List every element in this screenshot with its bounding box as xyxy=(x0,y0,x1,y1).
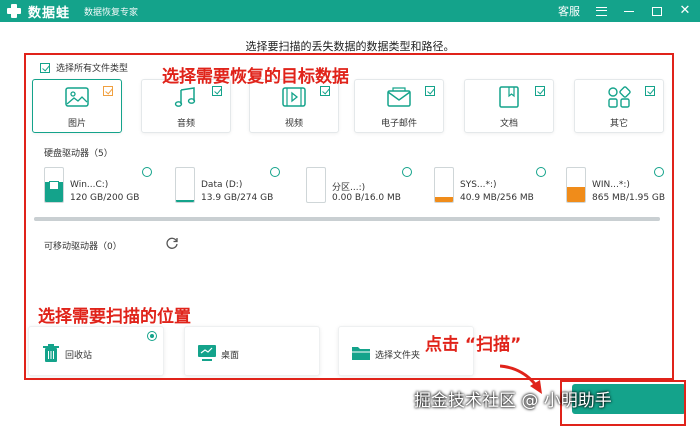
close-icon: ✕ xyxy=(679,3,691,18)
app-subtitle: 数据恢复专家 xyxy=(84,7,139,18)
annotation-select-types: 选择需要恢复的目标数据 xyxy=(162,67,349,87)
title-bar: 数据蛙 数据恢复专家 客服 ✕ xyxy=(0,0,700,22)
app-logo: 数据蛙 数据恢复专家 xyxy=(6,2,138,21)
watermark-text: 掘金技术社区 @ 小明助手 xyxy=(414,391,612,411)
maximize-button[interactable] xyxy=(650,4,664,18)
instruction-text: 选择要扫描的丢失数据的数据类型和路径。 xyxy=(245,40,455,53)
close-button[interactable]: ✕ xyxy=(678,4,692,18)
annotation-click-scan: 点击 “扫描” xyxy=(425,335,522,355)
app-name: 数据蛙 xyxy=(28,5,71,21)
menu-button[interactable] xyxy=(594,4,608,18)
annotation-select-location: 选择需要扫描的位置 xyxy=(38,307,191,327)
menu-icon xyxy=(595,6,607,16)
annotation-frame xyxy=(24,53,674,380)
logo-cross-icon xyxy=(6,3,22,19)
customer-service-link[interactable]: 客服 xyxy=(558,3,580,19)
minimize-button[interactable] xyxy=(622,4,636,18)
minimize-icon xyxy=(624,10,634,12)
maximize-icon xyxy=(652,6,662,16)
